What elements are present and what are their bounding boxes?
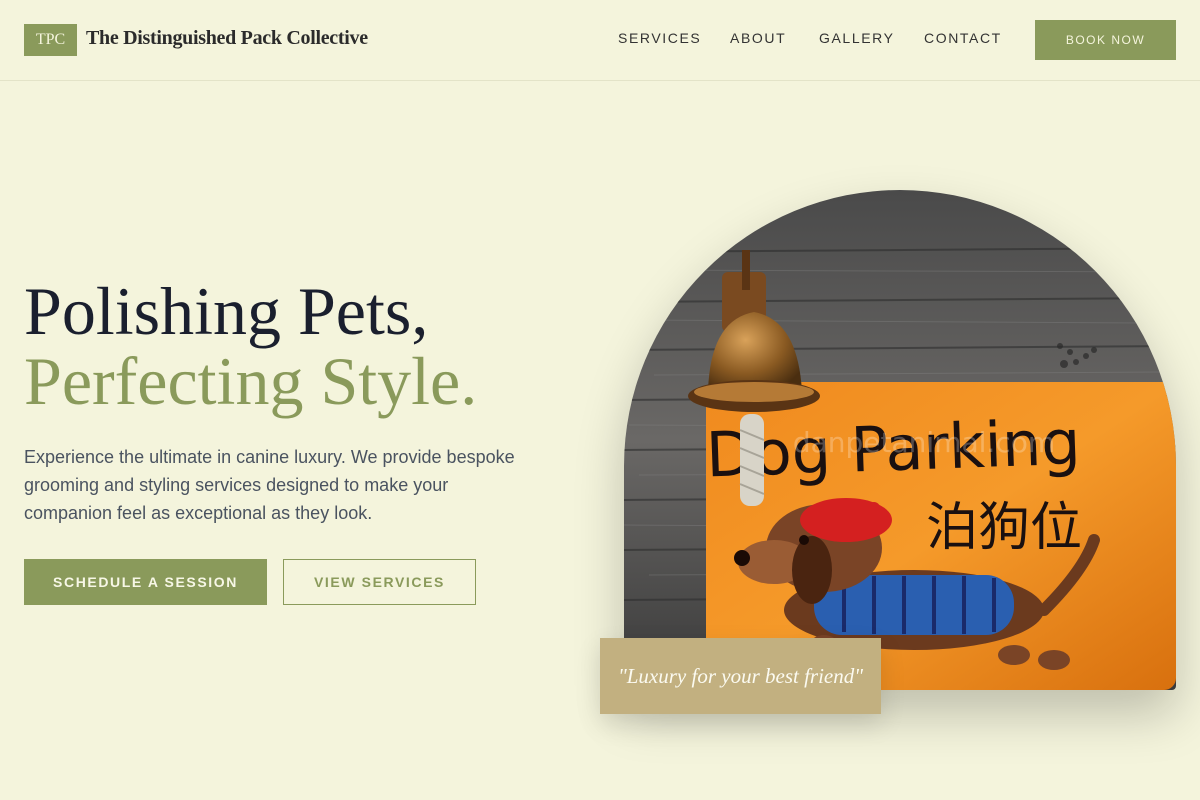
quote-text: "Luxury for your best friend" xyxy=(617,664,864,688)
dog-parking-sign-illustration: Dog Parking 泊狗位 danpetanimal.com xyxy=(624,190,1176,690)
nav-gallery-link[interactable]: GALLERY xyxy=(819,30,895,46)
nav-contact-link[interactable]: CONTACT xyxy=(924,30,1002,46)
hero-title-line-1: Polishing Pets, xyxy=(24,273,429,349)
schedule-session-button[interactable]: SCHEDULE A SESSION xyxy=(24,559,267,605)
hero-title-line-2: Perfecting Style. xyxy=(24,343,478,419)
nav-about-link[interactable]: ABOUT xyxy=(730,30,786,46)
hero-image: Dog Parking 泊狗位 danpetanimal.com xyxy=(624,190,1176,690)
logo-badge[interactable]: TPC xyxy=(24,24,77,56)
image-watermark: danpetanimal.com xyxy=(793,426,1055,459)
brand-name[interactable]: The Distinguished Pack Collective xyxy=(86,27,368,50)
view-services-button[interactable]: VIEW SERVICES xyxy=(283,559,476,605)
hero-title: Polishing Pets, Perfecting Style. xyxy=(24,276,477,416)
nav-services-link[interactable]: SERVICES xyxy=(618,30,701,46)
book-now-button[interactable]: BOOK NOW xyxy=(1035,20,1176,60)
hero-description: Experience the ultimate in canine luxury… xyxy=(24,447,515,523)
quote-box: "Luxury for your best friend" xyxy=(600,638,881,714)
site-header: TPC The Distinguished Pack Collective SE… xyxy=(0,0,1200,81)
sign-subtext: 泊狗位 xyxy=(926,498,1082,558)
